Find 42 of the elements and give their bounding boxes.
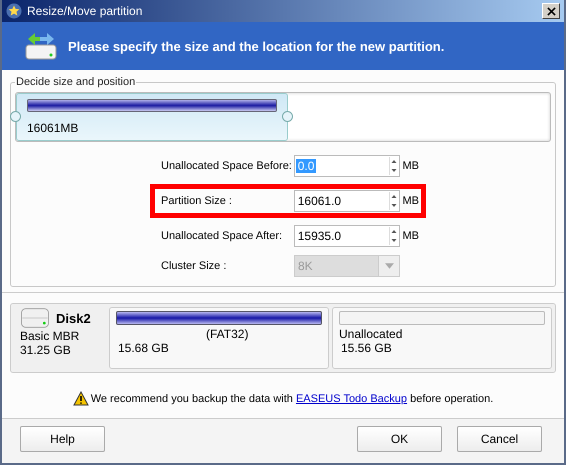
- disk-name: Disk2: [56, 310, 91, 326]
- dropdown-arrow-icon: [384, 263, 394, 269]
- field-label: Partition Size :: [160, 195, 233, 207]
- notice-text: We recommend you backup the data with EASEUS Todo Backup before operation.: [90, 392, 494, 404]
- number-field[interactable]: 16061.0: [294, 190, 400, 212]
- partition-block[interactable]: 16061MB: [16, 93, 288, 141]
- spin-arrows-icon[interactable]: [388, 227, 398, 245]
- partition-label: (FAT32): [205, 327, 250, 341]
- spin-arrows-icon[interactable]: [388, 157, 398, 175]
- partition-size-label: 16061MB: [27, 121, 80, 135]
- drive-arrows-icon: [24, 31, 58, 61]
- warning-icon: [72, 391, 89, 406]
- field-label: Unallocated Space After:: [160, 230, 284, 242]
- dialog-button[interactable]: Help: [20, 426, 105, 452]
- disk-size: 31.25 GB: [20, 343, 72, 357]
- partition-size: 15.56 GB: [340, 341, 393, 355]
- window-title: Resize/Move partition: [27, 4, 144, 18]
- number-field[interactable]: 15935.0: [294, 225, 400, 247]
- partition-size: 15.68 GB: [117, 341, 170, 355]
- field-value: 16061.0: [296, 194, 342, 208]
- close-icon: [546, 6, 556, 16]
- dialog-button[interactable]: Cancel: [457, 426, 542, 452]
- group-title: Decide size and position: [15, 76, 136, 88]
- unit-label: MB: [402, 195, 419, 207]
- field-value: 15935.0: [296, 229, 342, 243]
- resize-handle[interactable]: [10, 111, 21, 122]
- drive-icon: [20, 307, 50, 329]
- unit-label: MB: [402, 230, 419, 242]
- spin-arrows-icon[interactable]: [388, 192, 398, 210]
- dialog-button[interactable]: OK: [357, 426, 442, 452]
- backup-link[interactable]: EASEUS Todo Backup: [296, 392, 408, 404]
- close-button[interactable]: [542, 3, 560, 19]
- field-value: 0.0: [296, 159, 316, 173]
- partition-label: Unallocated: [339, 327, 404, 341]
- resize-handle[interactable]: [282, 111, 294, 122]
- disk-type: Basic MBR: [20, 329, 80, 343]
- partition-cell[interactable]: Unallocated 15.56 GB: [332, 307, 552, 369]
- field-label: Cluster Size :: [160, 260, 228, 272]
- unit-label: MB: [402, 160, 419, 172]
- header-text: Please specify the size and the location for the new partition.: [68, 38, 444, 54]
- partition-cell[interactable]: (FAT32) 15.68 GB: [109, 307, 329, 369]
- field-label: Unallocated Space Before:: [160, 160, 293, 172]
